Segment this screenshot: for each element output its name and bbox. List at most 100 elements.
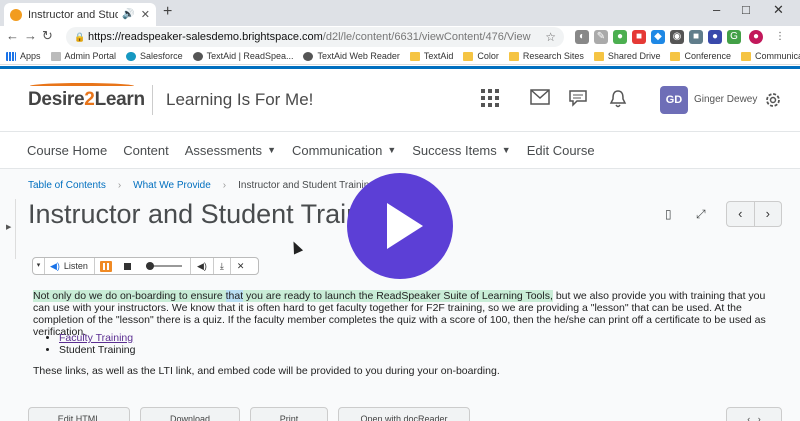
extension-green-icon[interactable]: ● <box>613 30 627 44</box>
download-button[interactable]: Download <box>140 407 240 421</box>
bookmark-label: Salesforce <box>140 51 183 61</box>
nav-item-assessments[interactable]: Assessments ▼ <box>185 143 276 158</box>
chevron-right-icon: › <box>222 180 227 191</box>
url-path: /d2l/le/content/6631/viewContent/476/Vie… <box>322 31 531 43</box>
close-tab-icon[interactable]: ✕ <box>141 8 150 21</box>
bookmark-item[interactable]: Salesforce <box>126 51 183 61</box>
download-icon[interactable]: ⤓ <box>212 258 230 274</box>
browser-toolbar: ← → ↻ 🔒 https://readspeaker-salesdemo.br… <box>0 26 800 48</box>
next-topic-button[interactable]: › <box>755 202 782 226</box>
reload-button[interactable]: ↻ <box>42 28 53 44</box>
video-play-button[interactable] <box>347 173 453 279</box>
nav-item-label: Course Home <box>27 142 108 158</box>
nav-item-label: Communication <box>291 142 383 158</box>
bookmark-item[interactable]: Apps <box>6 51 41 61</box>
bookmark-item[interactable]: Communication <box>740 51 800 61</box>
nav-item-edit-course[interactable]: Edit Course <box>527 143 595 158</box>
avatar[interactable]: GD <box>660 86 688 114</box>
extension-red-icon[interactable]: ■ <box>632 30 646 44</box>
folder-icon <box>409 51 420 61</box>
bell-icon[interactable] <box>609 89 627 109</box>
new-tab-button[interactable]: + <box>163 3 172 21</box>
nav-item-course-home[interactable]: Course Home <box>27 143 107 158</box>
edit-html-button[interactable]: Edit HTML <box>28 407 130 421</box>
breadcrumb-link-module[interactable]: What We Provide <box>133 180 211 191</box>
site-header: Desire2Learn Learning Is For Me! GD Ging… <box>0 69 800 131</box>
extension-grey-icon[interactable]: ■ <box>689 30 703 44</box>
breadcrumb: Table of Contents › What We Provide › In… <box>28 180 375 191</box>
bookmark-item[interactable]: Research Sites <box>508 51 584 61</box>
fullscreen-icon[interactable]: ⤢ <box>696 207 706 222</box>
favicon-icon <box>10 8 22 21</box>
close-window-button[interactable]: ✕ <box>773 2 784 18</box>
readspeaker-menu-icon[interactable]: ▾ <box>33 258 45 274</box>
bottom-pager[interactable]: ‹ › <box>726 407 782 421</box>
bookmark-item[interactable]: Color <box>463 51 499 61</box>
open-docreader-button[interactable]: Open with docReader <box>338 407 470 421</box>
logo-swoosh <box>30 83 134 89</box>
chat-icon[interactable] <box>568 89 588 107</box>
bookmark-label: Communication <box>754 51 800 61</box>
extension-blue-icon[interactable]: ◆ <box>651 30 665 44</box>
lock-icon: 🔒 <box>74 32 86 42</box>
bookmark-item[interactable]: TextAid Web Reader <box>303 51 400 61</box>
chevron-down-icon: ▼ <box>267 145 276 155</box>
folder-icon <box>740 51 751 61</box>
minimize-button[interactable]: – <box>713 2 720 17</box>
speaker-icon[interactable]: 🔊 <box>122 9 134 20</box>
bookmark-item[interactable]: TextAid <box>409 51 453 61</box>
menu-dots-icon[interactable]: ⋮ <box>773 30 787 44</box>
close-player-icon[interactable]: ✕ <box>229 258 251 274</box>
onboarding-paragraph: These links, as well as the LTI link, an… <box>33 365 500 377</box>
bookmark-item[interactable]: Shared Drive <box>593 51 660 61</box>
bookmark-label: TextAid Web Reader <box>317 51 400 61</box>
nav-item-label: Assessments <box>184 142 263 158</box>
list-item: Student Training <box>59 344 135 356</box>
message-icon[interactable] <box>530 89 550 105</box>
nav-item-success-items[interactable]: Success Items ▼ <box>412 143 510 158</box>
chevron-down-icon: ▼ <box>501 145 511 155</box>
nav-item-label: Success Items <box>412 142 497 158</box>
bookmark-star-icon[interactable]: ☆ <box>545 27 556 47</box>
training-list: Faculty Training Student Training <box>45 332 135 356</box>
extension-icon[interactable]: ◐ <box>575 30 589 44</box>
logo-text-2: 2 <box>84 89 95 110</box>
header-divider <box>152 85 153 115</box>
faculty-training-link[interactable]: Faculty Training <box>59 332 133 344</box>
bookmark-item[interactable]: TextAid | ReadSpea... <box>192 51 294 61</box>
address-bar[interactable]: 🔒 https://readspeaker-salesdemo.brightsp… <box>66 27 564 47</box>
user-name[interactable]: Ginger Dewey <box>694 94 757 105</box>
forward-button[interactable]: → <box>24 28 37 43</box>
print-button[interactable]: Print <box>250 407 328 421</box>
bookmark-label: Conference <box>684 51 731 61</box>
slider-knob[interactable] <box>145 262 154 270</box>
browser-tab[interactable]: Instructor and Student Trainin 🔊 ✕ <box>4 3 156 26</box>
extension-indigo-icon[interactable]: ● <box>708 30 722 44</box>
extension-dark-icon[interactable]: ◉ <box>670 30 684 44</box>
bookmark-item[interactable]: Admin Portal <box>50 51 116 61</box>
previous-topic-button[interactable]: ‹ <box>727 202 755 226</box>
eyedropper-icon[interactable]: ✎ <box>594 30 608 44</box>
topic-pager: ‹ › <box>726 201 782 227</box>
progress-slider[interactable] <box>145 262 182 270</box>
waffle-icon[interactable] <box>481 89 499 107</box>
nav-item-communication[interactable]: Communication ▼ <box>292 143 396 158</box>
nav-item-content[interactable]: Content <box>123 143 169 158</box>
bookmark-label: TextAid | ReadSpea... <box>206 51 294 61</box>
pause-button[interactable] <box>99 260 112 272</box>
maximize-button[interactable]: □ <box>742 2 750 17</box>
profile-icon[interactable]: ● <box>749 30 763 44</box>
volume-icon[interactable]: ◀) <box>189 258 213 274</box>
toc-toggle-handle[interactable]: ▶ <box>6 199 16 259</box>
d2l-logo[interactable]: Desire2Learn <box>28 83 145 111</box>
stop-button[interactable] <box>123 262 131 270</box>
browser-tab-strip: Instructor and Student Trainin 🔊 ✕ + – □… <box>0 0 800 26</box>
highlighted-sentence-start: Not only do we do on-boarding to ensure <box>33 290 226 302</box>
grammarly-icon[interactable]: G <box>727 30 741 44</box>
listen-button[interactable]: ◀) Listen <box>45 258 95 274</box>
back-button[interactable]: ← <box>6 28 19 43</box>
bookmark-icon[interactable]: ▯ <box>665 207 672 221</box>
bookmark-item[interactable]: Conference <box>670 51 731 61</box>
gear-icon[interactable] <box>763 90 783 110</box>
breadcrumb-link-toc[interactable]: Table of Contents <box>28 180 106 191</box>
